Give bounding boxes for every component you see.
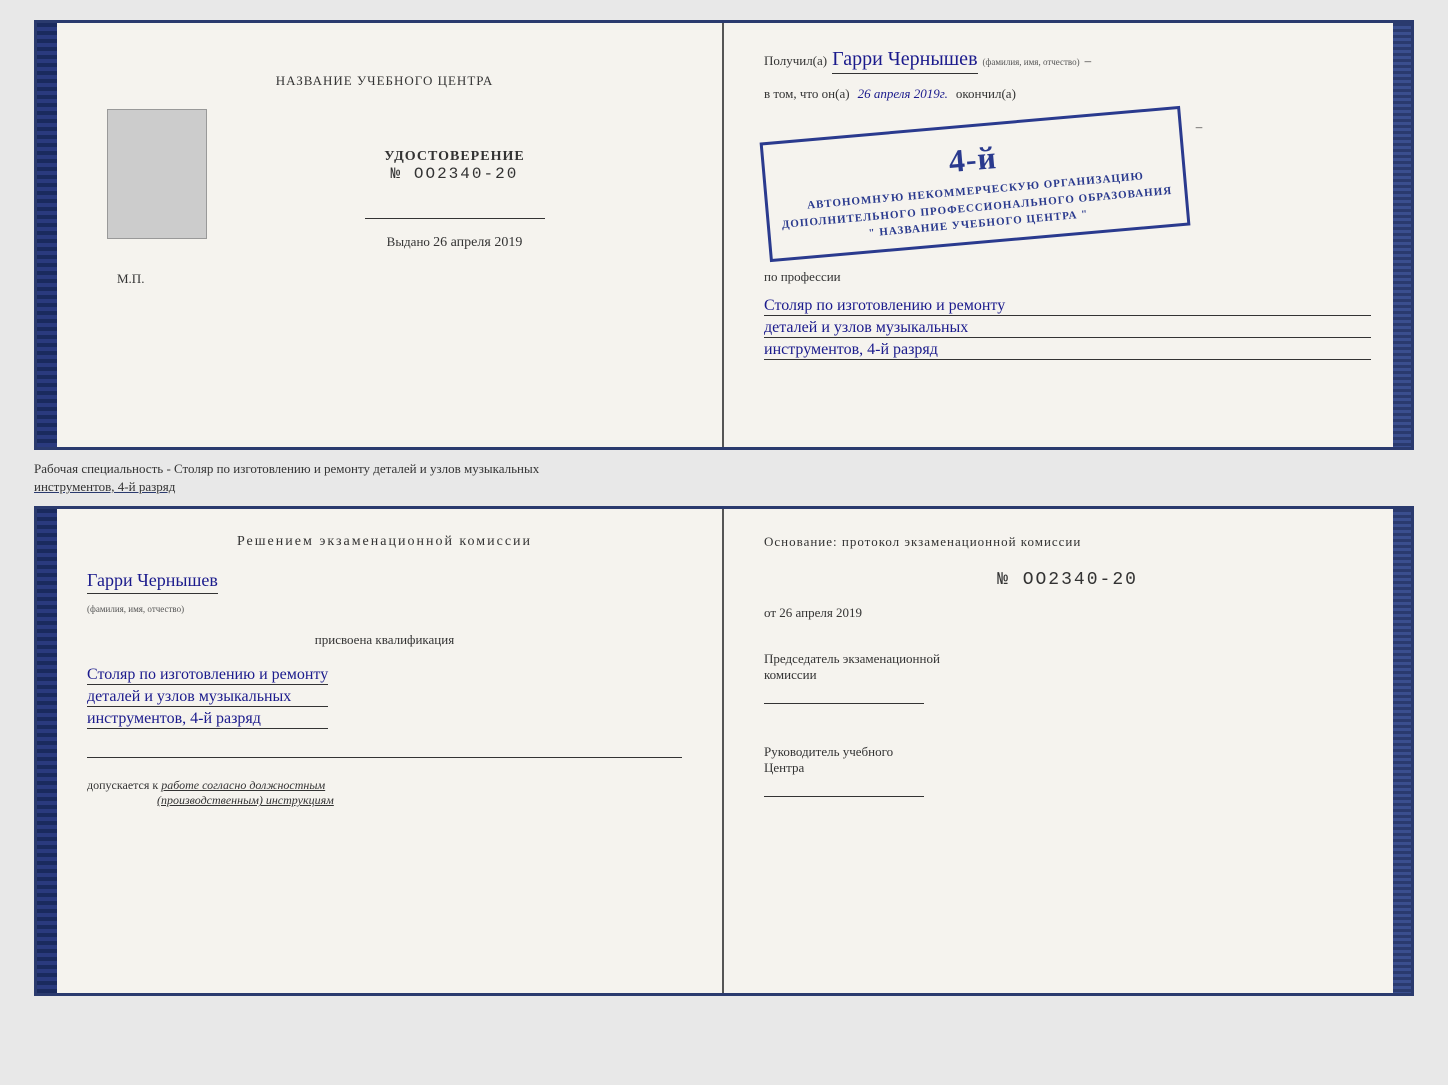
predsedatel-block: Председатель экзаменационной комиссии bbox=[764, 651, 1371, 704]
bottom-person-name: Гарри Чернышев bbox=[87, 570, 218, 594]
ot-date-value: 26 апреля 2019 bbox=[779, 605, 862, 620]
diploma-top-left: НАЗВАНИЕ УЧЕБНОГО ЦЕНТРА УДОСТОВЕРЕНИЕ №… bbox=[37, 23, 724, 447]
protocol-number: № OO2340-20 bbox=[764, 570, 1371, 590]
dopuskaetsya-prefix: допускается к bbox=[87, 778, 158, 792]
caption-line2: инструментов, 4-й разряд bbox=[34, 479, 175, 494]
rukovoditel-signature-line bbox=[764, 796, 924, 797]
top-left-title: НАЗВАНИЕ УЧЕБНОГО ЦЕНТРА bbox=[276, 73, 493, 89]
number-prefix: № bbox=[997, 570, 1010, 590]
osnovanie-title: Основание: протокол экзаменационной коми… bbox=[764, 534, 1371, 550]
bottom-right-binding bbox=[1393, 509, 1411, 993]
udostoverenie-label: УДОСТОВЕРЕНИЕ bbox=[384, 149, 524, 165]
diploma-bottom-right: Основание: протокол экзаменационной коми… bbox=[724, 509, 1411, 993]
predsedatel-signature-line bbox=[764, 703, 924, 704]
vtom-line: в том, что он(а) 26 апреля 2019г. окончи… bbox=[764, 86, 1371, 102]
bottom-left-binding bbox=[37, 509, 57, 993]
recipient-name: Гарри Чернышев bbox=[832, 48, 977, 74]
stamp-area: 4-й АВТОНОМНУЮ НЕКОММЕРЧЕСКУЮ ОРГАНИЗАЦИ… bbox=[764, 119, 1371, 249]
photo-placeholder bbox=[107, 109, 207, 239]
diploma-top-right: Получил(а) Гарри Чернышев (фамилия, имя,… bbox=[724, 23, 1411, 447]
ot-label: от bbox=[764, 605, 776, 620]
profession-line1: Столяр по изготовлению и ремонту bbox=[764, 297, 1371, 316]
diploma-bottom: Решением экзаменационной комиссии Гарри … bbox=[34, 506, 1414, 996]
separator-line bbox=[87, 757, 682, 758]
resheniyem-title: Решением экзаменационной комиссии bbox=[87, 534, 682, 550]
recipient-hint: (фамилия, имя, отчество) bbox=[983, 57, 1080, 67]
caption-area: Рабочая специальность - Столяр по изгото… bbox=[34, 460, 1414, 496]
rukovoditel-subtitle: Центра bbox=[764, 760, 1371, 776]
diploma-top: НАЗВАНИЕ УЧЕБНОГО ЦЕНТРА УДОСТОВЕРЕНИЕ №… bbox=[34, 20, 1414, 450]
profession-line2: деталей и узлов музыкальных bbox=[764, 319, 1371, 338]
predsedatel-subtitle: комиссии bbox=[764, 667, 1371, 683]
profession-line3: инструментов, 4-й разряд bbox=[764, 341, 1371, 360]
bottom-qualification-block: Столяр по изготовлению и ремонту деталей… bbox=[87, 666, 328, 732]
right-dash: – bbox=[1196, 119, 1203, 135]
prisvoena-label: присвоена квалификация bbox=[87, 632, 682, 648]
right-binding bbox=[1393, 23, 1411, 447]
udostoverenie-number: № OO2340-20 bbox=[384, 165, 524, 183]
caption-line1: Рабочая специальность - Столяр по изгото… bbox=[34, 461, 539, 476]
rukovoditel-block: Руководитель учебного Центра bbox=[764, 744, 1371, 797]
profession-block: Столяр по изготовлению и ремонту деталей… bbox=[764, 297, 1371, 363]
vydano-line: Выдано 26 апреля 2019 bbox=[387, 234, 523, 251]
bottom-qual-line2: деталей и узлов музыкальных bbox=[87, 688, 328, 707]
protocol-date: от 26 апреля 2019 bbox=[764, 605, 1371, 621]
vtom-prefix: в том, что он(а) bbox=[764, 86, 850, 102]
bottom-qual-line3: инструментов, 4-й разряд bbox=[87, 710, 328, 729]
diploma-date: 26 апреля 2019г. bbox=[858, 86, 948, 102]
vydano-date: 26 апреля 2019 bbox=[433, 235, 522, 250]
mp-label: М.П. bbox=[117, 271, 144, 287]
okonchil-label: окончил(а) bbox=[956, 86, 1016, 102]
udostoverenie-block: УДОСТОВЕРЕНИЕ № OO2340-20 bbox=[384, 149, 524, 183]
poluchil-line: Получил(а) Гарри Чернышев (фамилия, имя,… bbox=[764, 48, 1371, 74]
bottom-person-hint: (фамилия, имя, отчество) bbox=[87, 604, 184, 614]
dopuskaetsya-value: работе согласно должностным bbox=[161, 778, 325, 792]
dash1: – bbox=[1085, 53, 1092, 69]
number-value: OO2340-20 bbox=[1023, 570, 1138, 590]
predsedatel-title: Председатель экзаменационной bbox=[764, 651, 1371, 667]
dopuskaetsya-value2: (производственным) инструкциям bbox=[157, 793, 334, 807]
po-professii-label: по профессии bbox=[764, 269, 1371, 285]
dopuskaetsya-block: допускается к работе согласно должностны… bbox=[87, 778, 334, 808]
bottom-qual-line1: Столяр по изготовлению и ремонту bbox=[87, 666, 328, 685]
stamp-block: 4-й АВТОНОМНУЮ НЕКОММЕРЧЕСКУЮ ОРГАНИЗАЦИ… bbox=[760, 106, 1191, 262]
bottom-person-line: Гарри Чернышев bbox=[87, 570, 218, 594]
vydano-label: Выдано bbox=[387, 234, 430, 249]
poluchil-prefix: Получил(а) bbox=[764, 53, 827, 69]
diploma-bottom-left: Решением экзаменационной комиссии Гарри … bbox=[37, 509, 724, 993]
rukovoditel-title: Руководитель учебного bbox=[764, 744, 1371, 760]
